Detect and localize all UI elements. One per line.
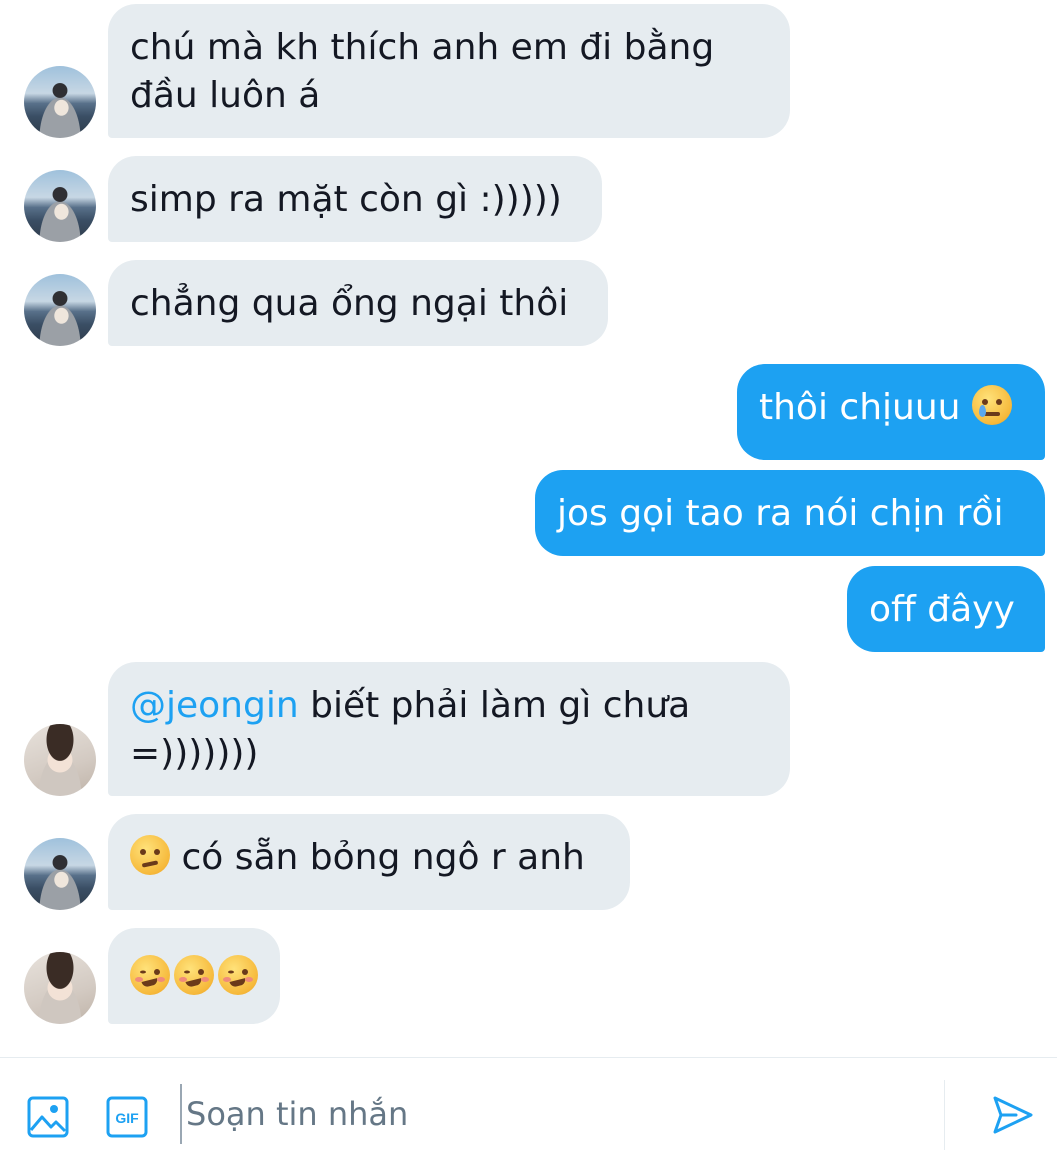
send-icon[interactable] xyxy=(992,1094,1034,1140)
image-icon[interactable] xyxy=(27,1096,69,1138)
avatar[interactable] xyxy=(24,274,96,346)
message-bubble[interactable]: @jeongin biết phải làm gì chưa =))))))) xyxy=(108,662,790,796)
gif-label: GIF xyxy=(115,1110,139,1126)
message-text: simp ra mặt còn gì :))))) xyxy=(130,179,562,220)
avatar[interactable] xyxy=(24,170,96,242)
message-bubble[interactable]: simp ra mặt còn gì :))))) xyxy=(108,156,602,242)
woozy-face-emoji xyxy=(174,955,214,995)
message-text-line: =))))))) xyxy=(130,733,259,774)
message-bubble-outgoing[interactable]: jos gọi tao ra nói chịn rồi xyxy=(535,470,1045,556)
message-text-line: chú mà kh thích anh em đi bằng xyxy=(130,27,715,68)
message-bubble-outgoing[interactable]: thôi chịuuu xyxy=(737,364,1045,460)
conversation-view: chú mà kh thích anh em đi bằng đầu luôn … xyxy=(0,0,1057,1150)
message-text: có sẵn bỏng ngô r anh xyxy=(170,837,585,878)
composer-divider xyxy=(944,1080,945,1150)
avatar[interactable] xyxy=(24,952,96,1024)
message-text: chẳng qua ổng ngại thôi xyxy=(130,283,569,324)
message-text: off đâyy xyxy=(869,589,1015,630)
avatar[interactable] xyxy=(24,838,96,910)
message-bubble[interactable]: chú mà kh thích anh em đi bằng đầu luôn … xyxy=(108,4,790,138)
message-bubble[interactable]: có sẵn bỏng ngô r anh xyxy=(108,814,630,910)
woozy-face-emoji xyxy=(218,955,258,995)
avatar[interactable] xyxy=(24,66,96,138)
avatar[interactable] xyxy=(24,724,96,796)
message-text-line: đầu luôn á xyxy=(130,75,321,116)
message-bubble-outgoing[interactable]: off đâyy xyxy=(847,566,1045,652)
woozy-face-emoji xyxy=(130,955,170,995)
message-bubble[interactable]: chẳng qua ổng ngại thôi xyxy=(108,260,608,346)
gif-icon[interactable]: GIF xyxy=(106,1096,148,1138)
message-text: jos gọi tao ra nói chịn rồi xyxy=(557,493,1004,534)
message-composer: GIF xyxy=(0,1057,1057,1150)
smirking-face-emoji xyxy=(130,835,170,875)
mention-link[interactable]: @jeongin xyxy=(130,685,299,726)
face-holding-back-tears-emoji xyxy=(971,385,1012,425)
message-bubble[interactable] xyxy=(108,928,280,1024)
message-text-line: biết phải làm gì chưa xyxy=(298,685,691,726)
message-input[interactable] xyxy=(180,1084,920,1144)
message-text: thôi chịuuu xyxy=(759,387,961,428)
